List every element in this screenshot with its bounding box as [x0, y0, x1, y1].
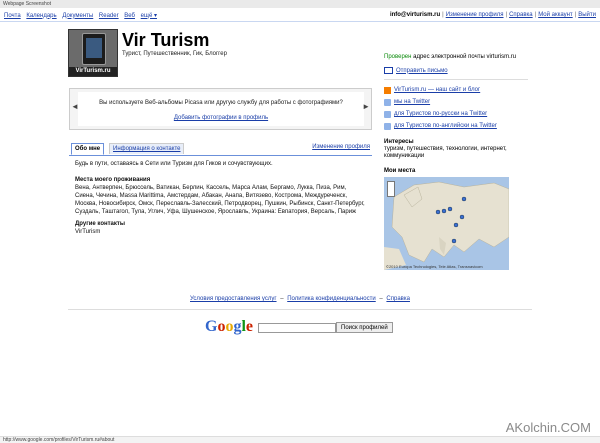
separator: –: [379, 296, 383, 302]
interests-heading: Интересы: [384, 139, 414, 145]
nav-documents[interactable]: Документы: [62, 13, 93, 19]
footer: Условия предоставления услуг – Политика …: [0, 296, 600, 302]
nav-calendar[interactable]: Календарь: [26, 13, 56, 19]
google-logo: Google: [205, 318, 253, 336]
list-item[interactable]: для Туристов по-английски на Twitter: [384, 120, 497, 132]
avatar: VirTurism.ru: [68, 29, 118, 77]
list-item[interactable]: для Туристов по-русски на Twitter: [384, 108, 497, 120]
phone-icon: [82, 33, 106, 65]
picasa-promo: ◄ Вы используете Веб-альбомы Picasa или …: [69, 88, 372, 130]
top-nav-left: Почта Календарь Документы Reader Веб ещё…: [4, 12, 161, 19]
tab-about[interactable]: Обо мне: [71, 143, 105, 155]
profile-tagline: Турист, Путешественник, Гик, Блоггер: [122, 51, 227, 57]
nav-web[interactable]: Веб: [124, 13, 135, 19]
nav-reader[interactable]: Reader: [99, 13, 119, 19]
separator: –: [280, 296, 284, 302]
next-arrow-icon[interactable]: ►: [362, 102, 370, 111]
footer-divider: [68, 309, 532, 310]
profile-search-input[interactable]: [258, 323, 336, 333]
add-photos-link[interactable]: Добавить фотографии в профиль: [174, 115, 268, 121]
nav-more[interactable]: ещё ▾: [141, 13, 157, 19]
verified-text: адрес электронной почты virturism.ru: [411, 54, 517, 60]
top-nav-right: info@virturism.ru | Изменение профиля | …: [390, 12, 596, 18]
profile-tabs: Обо мне Информация о контакте Изменение …: [69, 143, 372, 156]
edit-profile-link[interactable]: Изменение профиля: [312, 144, 370, 150]
map-graphic: [384, 181, 509, 270]
nav-my-account[interactable]: Мой аккаунт: [538, 12, 572, 18]
right-divider: [384, 79, 528, 80]
link-icon: [384, 122, 391, 130]
separator: |: [534, 12, 537, 18]
about-content: Будь в пути, оставаясь в Сети или Туризм…: [75, 160, 367, 236]
list-item[interactable]: мы на Twitter: [384, 96, 497, 108]
map-zoom-control[interactable]: [387, 181, 395, 197]
map-copyright: ©2010 Europa Technologies, Tele Atlas, T…: [386, 264, 483, 269]
profile-links: VirTurism.ru — наш сайт и блог мы на Twi…: [384, 84, 497, 132]
verified-label: Проверен: [384, 54, 412, 60]
nav-sign-out[interactable]: Выйти: [578, 12, 596, 18]
link-icon: [384, 98, 391, 106]
places-list: Вена, Антверпен, Брюссель, Ватикан, Берл…: [75, 185, 365, 215]
interests-text: туризм, путешествия, технологии, интерне…: [384, 146, 507, 159]
send-mail[interactable]: Отправить письмо: [384, 67, 448, 74]
link-twitter-en[interactable]: для Туристов по-английски на Twitter: [394, 123, 497, 129]
verified-email: Проверен адрес электронной почты virturi…: [384, 54, 516, 60]
logo-letter: G: [205, 318, 218, 335]
avatar-caption: VirTurism.ru: [69, 67, 117, 76]
window-title: Webpage Screenshot: [0, 0, 600, 8]
other-contacts: VirTurism: [75, 229, 101, 235]
profile-name: Vir Turism: [122, 30, 210, 50]
other-contacts-heading: Другие контакты: [75, 221, 125, 227]
send-mail-link[interactable]: Отправить письмо: [396, 68, 448, 74]
places-heading: Места моего проживания: [75, 177, 151, 183]
link-site[interactable]: VirTurism.ru — наш сайт и блог: [394, 87, 480, 93]
top-navigation: Почта Календарь Документы Reader Веб ещё…: [0, 9, 600, 21]
footer-privacy[interactable]: Политика конфиденциальности: [287, 296, 376, 302]
places-map[interactable]: ©2010 Europa Technologies, Tele Atlas, T…: [384, 177, 509, 270]
tab-contact[interactable]: Информация о контакте: [113, 146, 180, 152]
picasa-panel: Вы используете Веб-альбомы Picasa или др…: [78, 92, 364, 126]
separator: |: [505, 12, 508, 18]
account-email: info@virturism.ru: [389, 12, 441, 18]
separator: |: [442, 12, 444, 18]
footer-help[interactable]: Справка: [386, 296, 410, 302]
watermark: AKolchin.COM: [505, 420, 591, 435]
blog-icon: [384, 86, 391, 94]
picasa-message: Вы используете Веб-альбомы Picasa или др…: [99, 100, 343, 106]
search-profiles-button[interactable]: Поиск профилей: [336, 322, 393, 333]
status-bar: http://www.google.com/profiles/VirTurism…: [0, 436, 600, 443]
footer-terms[interactable]: Условия предоставления услуг: [190, 296, 277, 302]
nav-help[interactable]: Справка: [509, 12, 533, 18]
nav-edit-profile[interactable]: Изменение профиля: [446, 12, 504, 18]
nav-mail[interactable]: Почта: [4, 13, 21, 19]
link-twitter[interactable]: мы на Twitter: [394, 99, 430, 105]
about-intro: Будь в пути, оставаясь в Сети или Туризм…: [75, 161, 273, 167]
link-twitter-ru[interactable]: для Туристов по-русски на Twitter: [394, 111, 487, 117]
list-item[interactable]: VirTurism.ru — наш сайт и блог: [384, 84, 497, 96]
interests: Интересы туризм, путешествия, технологии…: [384, 139, 528, 160]
link-icon: [384, 110, 391, 118]
envelope-icon: [384, 67, 393, 74]
my-places-heading: Мои места: [384, 168, 416, 174]
logo-letter: e: [245, 318, 254, 335]
separator: |: [574, 12, 577, 18]
top-divider: [0, 21, 600, 22]
